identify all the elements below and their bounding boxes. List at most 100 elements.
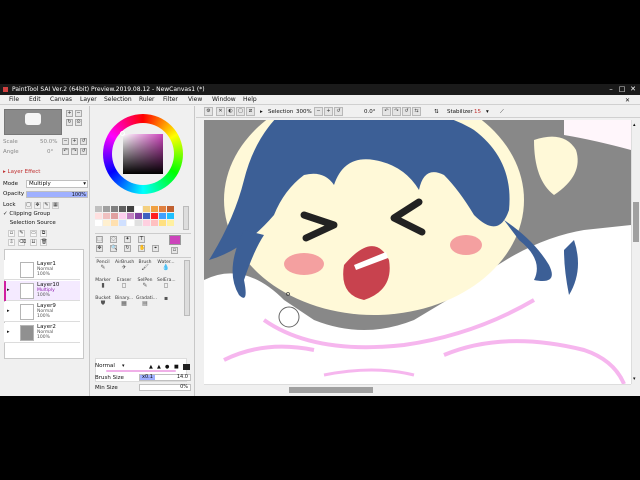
- scale-reset-icon[interactable]: ↺: [80, 138, 87, 145]
- palette-swatch[interactable]: [119, 220, 126, 226]
- copy-layer-icon[interactable]: ⧉: [40, 230, 47, 237]
- tool-marker[interactable]: Marker ▮: [94, 278, 112, 290]
- new-linework-layer-icon[interactable]: ✎: [18, 230, 25, 237]
- palette-swatch[interactable]: [103, 213, 110, 219]
- brush-shape-flat-icon[interactable]: ▲: [157, 364, 161, 370]
- selection-label[interactable]: Selection: [268, 108, 293, 116]
- menu-selection[interactable]: Selection: [104, 95, 132, 105]
- scroll-down-icon[interactable]: ▾: [633, 376, 636, 382]
- tool-water[interactable]: Water... 💧: [157, 260, 175, 272]
- lock-alpha-icon[interactable]: ▦: [52, 202, 59, 209]
- palette-swatch[interactable]: [143, 213, 150, 219]
- rotate-reset-icon[interactable]: ↺: [402, 107, 411, 116]
- merge-visible-icon[interactable]: ⇊: [30, 239, 37, 246]
- angle-value[interactable]: 0.0°: [364, 108, 376, 116]
- menu-layer[interactable]: Layer: [80, 95, 97, 105]
- brush-shape-soft-icon[interactable]: ●: [165, 364, 169, 370]
- invert-selection-icon[interactable]: ◐: [226, 107, 235, 116]
- stabilizer-value[interactable]: 15: [474, 108, 481, 116]
- palette-swatch[interactable]: [167, 206, 174, 212]
- lock-paint-icon[interactable]: ✎: [43, 202, 50, 209]
- nav-zoom-in-icon[interactable]: +: [66, 110, 73, 117]
- palette-swatch[interactable]: [143, 220, 150, 226]
- angle-reset-icon[interactable]: ↺: [80, 148, 87, 155]
- palette-swatch[interactable]: [159, 213, 166, 219]
- layer-row-layer9[interactable]: ▸ Layer9 Normal 100%: [4, 302, 80, 322]
- palette-swatch[interactable]: [151, 206, 158, 212]
- opacity-slider[interactable]: 100%: [26, 191, 88, 198]
- magic-wand-icon[interactable]: ✦: [124, 236, 131, 243]
- palette-swatch[interactable]: [103, 220, 110, 226]
- new-layer-icon[interactable]: ▫: [8, 230, 15, 237]
- move-tool-icon[interactable]: ✥: [96, 245, 103, 252]
- tool-brush[interactable]: Brush 🖌: [136, 260, 154, 272]
- layer-row-layer10[interactable]: ▸ Layer10 Multiply 100%: [4, 281, 80, 301]
- nav-rotate-icon[interactable]: ↻: [66, 119, 73, 126]
- selection-dropdown-icon[interactable]: ▸: [260, 108, 263, 116]
- tool-selera[interactable]: SelEra... ◻: [157, 278, 176, 290]
- scale-minus-icon[interactable]: −: [62, 138, 69, 145]
- palette-swatch[interactable]: [95, 206, 102, 212]
- palette-swatch[interactable]: [151, 220, 158, 226]
- mode-select[interactable]: Multiply ▾: [26, 180, 88, 188]
- transparent-color-icon[interactable]: ▫: [171, 247, 178, 254]
- rotate-right-icon[interactable]: ↷: [392, 107, 401, 116]
- horizontal-scrollbar[interactable]: [204, 384, 631, 394]
- menu-close-icon[interactable]: ✕: [625, 96, 630, 106]
- palette-swatch[interactable]: [135, 220, 142, 226]
- horizontal-scrollbar-thumb[interactable]: [289, 387, 373, 393]
- palette-swatch[interactable]: [127, 213, 134, 219]
- selection-view-icon[interactable]: ▢: [236, 107, 245, 116]
- layer-row-layer2[interactable]: ▸ Layer2 Normal 100%: [4, 323, 80, 343]
- zoom-reset-icon[interactable]: ↺: [334, 107, 343, 116]
- pen-pressure-icon[interactable]: ⟋: [500, 108, 504, 116]
- nav-zoom-out-icon[interactable]: −: [75, 110, 82, 117]
- navigator-preview[interactable]: [4, 109, 62, 135]
- angle-value[interactable]: 0°: [47, 148, 53, 156]
- clipping-group-option[interactable]: ✓ Clipping Group: [3, 210, 50, 218]
- clear-layer-icon[interactable]: ⌫: [18, 239, 26, 246]
- rotate-tool-icon[interactable]: ↻: [124, 245, 131, 252]
- palette-scrollbar[interactable]: [183, 206, 189, 230]
- text-tool-icon[interactable]: T: [138, 236, 145, 243]
- scroll-up-icon[interactable]: ▴: [633, 122, 636, 128]
- rotate-left-icon[interactable]: ↶: [382, 107, 391, 116]
- palette-swatch[interactable]: [167, 213, 174, 219]
- crop-icon[interactable]: ⧄: [246, 107, 255, 116]
- palette-swatch[interactable]: [143, 206, 150, 212]
- selection-source-option[interactable]: Selection Source: [3, 219, 56, 227]
- brush-size-slider[interactable]: x0.1 14.0: [139, 374, 191, 381]
- palette-swatch[interactable]: [159, 206, 166, 212]
- select-tool-icon[interactable]: ⬚: [96, 236, 103, 243]
- palette-swatch[interactable]: [119, 213, 126, 219]
- tool-binary[interactable]: Binary... ▦: [115, 296, 133, 308]
- menu-window[interactable]: Window: [212, 95, 236, 105]
- tools-scrollbar[interactable]: [184, 260, 190, 316]
- zoom-out-icon[interactable]: −: [314, 107, 323, 116]
- minimize-icon[interactable]: –: [606, 84, 616, 95]
- blend-mode-label[interactable]: Normal: [95, 362, 115, 370]
- vertical-scrollbar[interactable]: ▴ ▾: [631, 120, 640, 384]
- palette-swatch[interactable]: [151, 213, 158, 219]
- palette-swatch[interactable]: [111, 213, 118, 219]
- zoom-value[interactable]: 300%: [296, 108, 312, 116]
- brush-shape-round-icon[interactable]: ▲: [149, 364, 153, 370]
- min-size-slider[interactable]: 0%: [139, 384, 191, 391]
- palette-swatch[interactable]: [111, 220, 118, 226]
- color-picker-cursor[interactable]: [120, 131, 125, 136]
- chevron-down-icon[interactable]: ▾: [122, 362, 128, 370]
- color-wheel[interactable]: [103, 114, 183, 194]
- deselect-icon[interactable]: ✕: [216, 107, 225, 116]
- lock-pixels-icon[interactable]: ▢: [25, 202, 32, 209]
- canvas-settings-icon[interactable]: ⚙: [204, 107, 213, 116]
- palette-swatch[interactable]: [95, 213, 102, 219]
- palette-swatch[interactable]: [103, 206, 110, 212]
- menu-ruler[interactable]: Ruler: [139, 95, 155, 105]
- palette-swatch[interactable]: [135, 206, 142, 212]
- maximize-icon[interactable]: □: [617, 84, 627, 95]
- tool-gradati[interactable]: Gradati... ▤: [136, 296, 157, 308]
- palette-swatch[interactable]: [111, 206, 118, 212]
- menu-edit[interactable]: Edit: [29, 95, 41, 105]
- palette-swatch[interactable]: [127, 206, 134, 212]
- layer-row-layer1[interactable]: Layer1 Normal 100%: [4, 260, 80, 280]
